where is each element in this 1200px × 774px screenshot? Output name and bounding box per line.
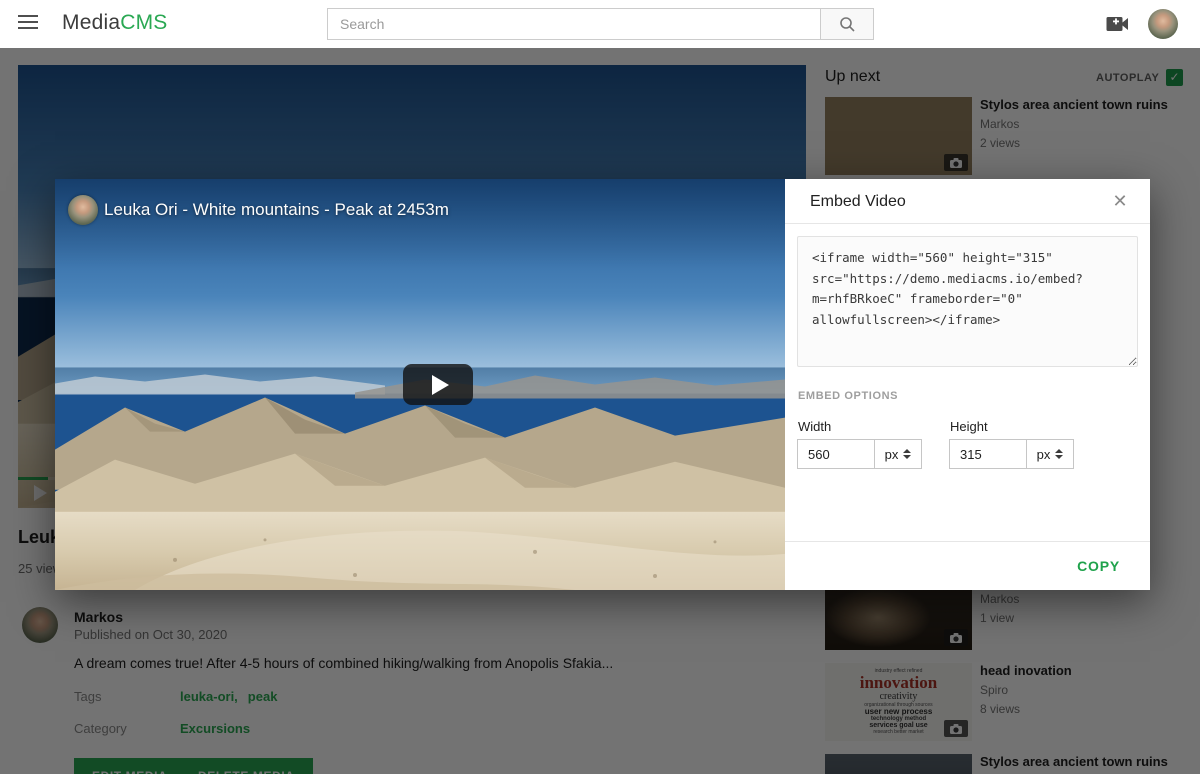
upload-media-icon[interactable] — [1106, 13, 1130, 35]
menu-icon[interactable] — [18, 15, 38, 31]
copy-button[interactable]: COPY — [1077, 542, 1120, 591]
app-header: MediaCMS — [0, 0, 1200, 48]
preview-top-gradient — [55, 179, 785, 269]
height-label: Height — [950, 419, 988, 434]
spinner-arrows-icon — [1055, 449, 1063, 459]
height-unit-select[interactable]: px — [1027, 439, 1074, 469]
preview-play-button[interactable] — [403, 364, 473, 405]
height-unit-value: px — [1037, 447, 1051, 462]
preview-author-avatar — [68, 195, 98, 225]
width-field-group: px — [797, 439, 922, 469]
width-unit-select[interactable]: px — [875, 439, 922, 469]
width-input[interactable] — [797, 439, 875, 469]
close-icon[interactable]: ✕ — [1108, 189, 1132, 213]
embed-popup: Leuka Ori - White mountains - Peak at 24… — [55, 179, 1150, 590]
modal-title: Embed Video — [810, 179, 906, 224]
logo-media: Media — [62, 11, 120, 34]
embed-options-heading: EMBED OPTIONS — [798, 390, 898, 402]
user-avatar[interactable] — [1148, 9, 1178, 39]
height-input[interactable] — [949, 439, 1027, 469]
site-logo[interactable]: MediaCMS — [62, 11, 167, 35]
search-input[interactable] — [327, 8, 820, 40]
width-unit-value: px — [885, 447, 899, 462]
modal-header: Embed Video ✕ — [785, 179, 1150, 224]
width-label: Width — [798, 419, 831, 434]
embed-modal-panel: Embed Video ✕ <iframe width="560" height… — [785, 179, 1150, 590]
search-icon — [838, 15, 856, 33]
play-icon — [432, 375, 449, 395]
preview-video-title: Leuka Ori - White mountains - Peak at 24… — [104, 200, 449, 220]
embed-code-textarea[interactable]: <iframe width="560" height="315" src="ht… — [797, 236, 1138, 367]
logo-cms: CMS — [120, 11, 167, 34]
spinner-arrows-icon — [903, 449, 911, 459]
search-button[interactable] — [820, 8, 874, 40]
page: MediaCMS Leuka Ori - White mountains - P… — [0, 0, 1200, 774]
height-field-group: px — [949, 439, 1074, 469]
modal-footer: COPY — [785, 541, 1150, 590]
embed-video-preview[interactable]: Leuka Ori - White mountains - Peak at 24… — [55, 179, 785, 590]
search-form — [327, 8, 874, 40]
